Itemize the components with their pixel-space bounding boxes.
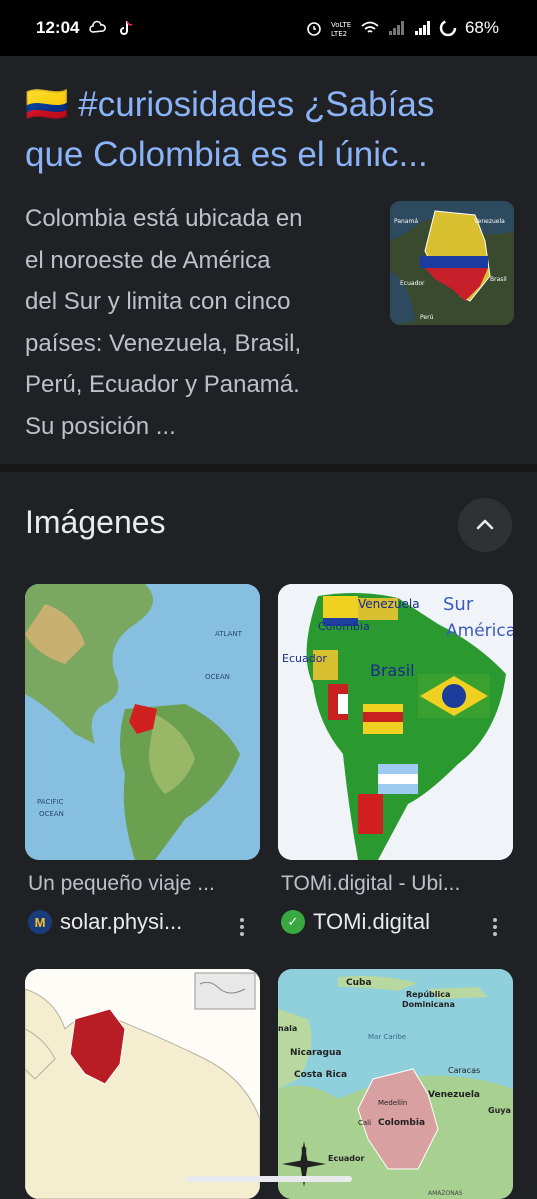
image-card-2[interactable]: Venezuela Colombia Sur América Ecuador B… xyxy=(278,584,513,860)
source-favicon-icon: M xyxy=(28,910,52,934)
battery-icon xyxy=(439,19,457,37)
map-label: Cuba xyxy=(346,978,372,988)
more-options-icon[interactable] xyxy=(485,912,505,942)
map-label: nala xyxy=(278,1024,297,1033)
map-label: Caracas xyxy=(448,1066,480,1075)
map-label: República xyxy=(406,990,450,999)
map-label: Nicaragua xyxy=(290,1048,341,1058)
battery-percent: 68% xyxy=(464,18,499,37)
svg-text:VoLTE: VoLTE xyxy=(331,21,351,29)
image-card-source[interactable]: M solar.physi... xyxy=(28,909,182,935)
colombia-locator-map-image xyxy=(25,969,260,1199)
tiktok-icon xyxy=(120,20,133,35)
image-card-source[interactable]: ✓ TOMi.digital xyxy=(281,909,430,935)
snippet-line: Colombia está ubicada en xyxy=(25,205,303,232)
snippet-line: Perú, Ecuador y Panamá. xyxy=(25,371,300,398)
svg-text:LTE2: LTE2 xyxy=(331,30,347,37)
result-title-line[interactable]: que Colombia es el únic... xyxy=(25,130,515,180)
map-label: Sur xyxy=(443,594,474,615)
map-label: Venezuela xyxy=(474,218,505,225)
images-header: Imágenes xyxy=(25,504,166,540)
map-label: Brasil xyxy=(370,661,415,680)
snippet-line: del Sur y limita con cinco xyxy=(25,288,291,315)
map-label: PACIFIC xyxy=(37,798,63,806)
map-label: Perú xyxy=(420,314,434,321)
map-label: Colombia xyxy=(378,1118,425,1128)
result-title-link[interactable]: 🇨🇴 #curiosidades ¿Sabías que Colombia es… xyxy=(25,80,515,180)
south-america-flags-map-image: Venezuela Colombia Sur América Ecuador B… xyxy=(278,584,513,860)
map-label: Panamá xyxy=(394,218,418,225)
signal-icon xyxy=(388,21,404,35)
map-label: AMAZONAS xyxy=(428,1190,463,1197)
volte-icon: VoLTELTE2 xyxy=(331,21,351,37)
gesture-navigation-bar[interactable] xyxy=(186,1176,352,1182)
search-result[interactable]: 🇨🇴 #curiosidades ¿Sabías que Colombia es… xyxy=(0,56,537,464)
result-snippet: Colombia está ubicada en el noroeste de … xyxy=(25,198,370,447)
image-card-4[interactable]: Cuba República Dominicana Mar Caribe Nic… xyxy=(278,969,513,1199)
svg-text:N: N xyxy=(301,1146,307,1155)
collapse-button[interactable] xyxy=(458,498,512,552)
chevron-up-icon xyxy=(476,519,494,530)
map-label: Venezuela xyxy=(428,1090,480,1100)
map-label: Cali xyxy=(358,1119,371,1127)
image-card-title[interactable]: Un pequeño viaje ... xyxy=(28,872,215,896)
section-divider xyxy=(0,464,537,472)
result-title-line[interactable]: 🇨🇴 #curiosidades ¿Sabías xyxy=(25,80,515,130)
snippet-line: el noroeste de América xyxy=(25,246,271,274)
map-label: Mar Caribe xyxy=(368,1033,406,1041)
map-label: OCEAN xyxy=(205,673,230,681)
cloud-icon xyxy=(89,20,107,33)
americas-map-image: ATLANT OCEAN PACIFIC OCEAN xyxy=(25,584,260,860)
map-label: Medellín xyxy=(378,1099,407,1107)
map-label: Guya xyxy=(488,1106,511,1115)
map-label: ATLANT xyxy=(215,630,243,638)
alarm-icon xyxy=(307,22,321,36)
map-label: América xyxy=(446,621,513,641)
map-label: Ecuador xyxy=(328,1154,365,1163)
snippet-line: Su posición ... xyxy=(25,412,176,440)
map-label: Brasil xyxy=(490,276,507,283)
signal-icon xyxy=(414,21,430,35)
status-time: 12:04 xyxy=(36,18,80,37)
image-card-1[interactable]: ATLANT OCEAN PACIFIC OCEAN xyxy=(25,584,260,860)
image-card-3[interactable] xyxy=(25,969,260,1199)
map-label: Venezuela xyxy=(358,597,420,611)
result-thumbnail[interactable]: Panamá Venezuela Ecuador Brasil Perú xyxy=(390,201,514,325)
wifi-icon xyxy=(361,21,379,33)
source-favicon-icon: ✓ xyxy=(281,910,305,934)
map-label: Dominicana xyxy=(402,1000,455,1009)
map-label: Ecuador xyxy=(400,280,425,287)
map-label: Colombia xyxy=(318,620,370,633)
more-options-icon[interactable] xyxy=(232,912,252,942)
source-name: TOMi.digital xyxy=(313,909,430,934)
status-bar: 12:04 VoLTE LTE2 68% xyxy=(0,0,537,56)
map-label: Costa Rica xyxy=(294,1070,347,1080)
map-label: Ecuador xyxy=(282,652,327,665)
map-label: OCEAN xyxy=(39,810,64,818)
caribbean-colombia-map-image: Cuba República Dominicana Mar Caribe Nic… xyxy=(278,969,513,1199)
image-card-title[interactable]: TOMi.digital - Ubi... xyxy=(281,872,460,896)
source-name: solar.physi... xyxy=(60,909,183,934)
colombia-map-thumbnail: Panamá Venezuela Ecuador Brasil Perú xyxy=(390,201,514,325)
snippet-line: países: Venezuela, Brasil, xyxy=(25,329,302,357)
